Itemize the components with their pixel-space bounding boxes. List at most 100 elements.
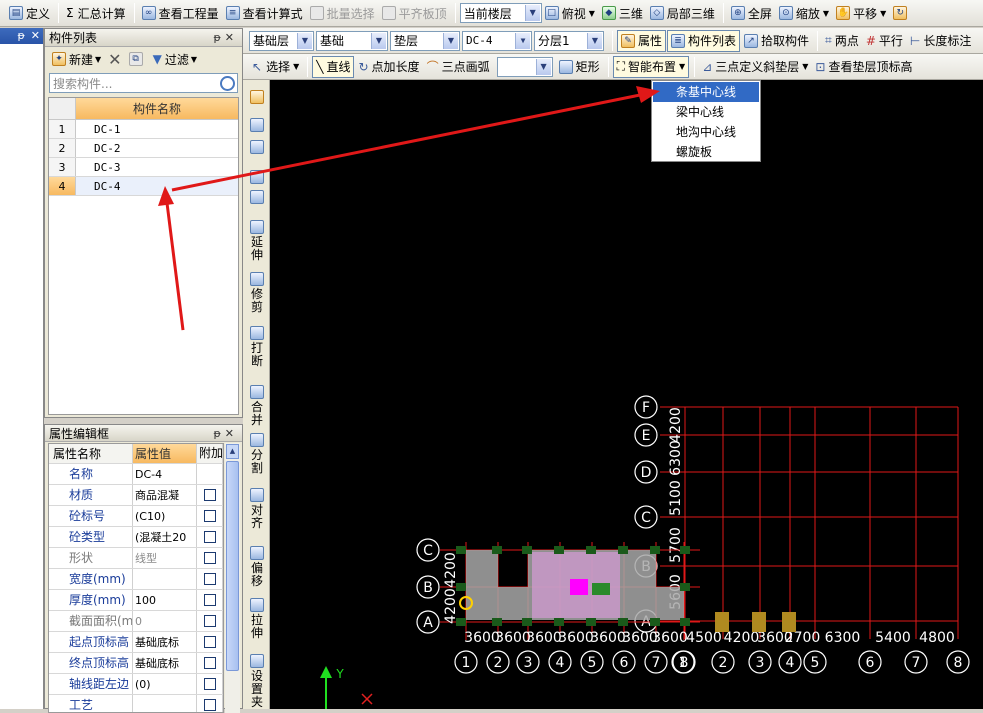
mirror2-tool[interactable] bbox=[246, 140, 268, 156]
view-quantity-button[interactable]: ∞ 查看工程量 bbox=[139, 2, 222, 24]
new-component-button[interactable]: ✦ 新建 ▼ bbox=[49, 48, 104, 70]
property-row[interactable]: 形状 线型 bbox=[49, 548, 223, 569]
attach-checkbox[interactable] bbox=[203, 699, 216, 711]
property-row[interactable]: 砼类型 (混凝土20 bbox=[49, 527, 223, 548]
view-formula-button[interactable]: ≡ 查看计算式 bbox=[223, 2, 306, 24]
filter-button[interactable]: ▼ 过滤 ▼ bbox=[150, 48, 200, 70]
cad-drawing[interactable]: FEDCBA1234567845004200360027006300540048… bbox=[270, 80, 983, 709]
component-search-input[interactable]: 搜索构件... bbox=[49, 73, 238, 93]
property-row[interactable]: 厚度(mm) 100 bbox=[49, 590, 223, 611]
refresh-button[interactable]: ↻ bbox=[890, 2, 913, 24]
property-toggle-button[interactable]: ✎ 属性 bbox=[617, 29, 667, 52]
parallel-button[interactable]: # 平行 bbox=[863, 30, 906, 52]
arc-option-combo[interactable]: ▼ bbox=[496, 56, 553, 77]
close-icon[interactable]: ✕ bbox=[31, 29, 40, 42]
attach-checkbox[interactable] bbox=[203, 657, 216, 669]
zoom-button[interactable]: ⊙ 缩放 ▼ bbox=[776, 2, 832, 24]
copy-component-button[interactable]: ⧉ bbox=[126, 48, 149, 70]
pin-icon[interactable]: ᵽ bbox=[213, 31, 224, 44]
property-row[interactable]: 终点顶标高 基础底标 bbox=[49, 653, 223, 674]
length-dimension-button[interactable]: ⊢ 长度标注 bbox=[907, 30, 974, 52]
cad-canvas[interactable]: FEDCBA1234567845004200360027006300540048… bbox=[270, 80, 983, 709]
property-row[interactable]: 名称 DC-4 bbox=[49, 464, 223, 485]
batch-select-button[interactable]: 批量选择 bbox=[307, 2, 378, 24]
property-row[interactable]: 砼标号 (C10) bbox=[49, 506, 223, 527]
set-clamp-tool[interactable]: 设置夹 bbox=[246, 654, 268, 709]
property-value[interactable]: 0 bbox=[133, 611, 197, 631]
property-row[interactable]: 截面面积(m 0 bbox=[49, 611, 223, 632]
table-row[interactable]: 2 DC-2 bbox=[49, 139, 238, 158]
top-view-button[interactable]: □ 俯视 ▼ bbox=[542, 2, 598, 24]
table-row-selected[interactable]: 4 DC-4 bbox=[49, 177, 238, 196]
property-value[interactable]: 100 bbox=[133, 590, 197, 610]
point-length-button[interactable]: ↻ 点加长度 bbox=[355, 56, 422, 78]
menu-item-trench-centerline[interactable]: 地沟中心线 bbox=[653, 122, 759, 142]
attach-checkbox[interactable] bbox=[203, 552, 216, 564]
define-button[interactable]: ▤ 定义 bbox=[6, 2, 53, 24]
attach-checkbox[interactable] bbox=[203, 594, 216, 606]
property-value[interactable]: (混凝土20 bbox=[133, 527, 197, 547]
property-value[interactable]: 线型 bbox=[133, 548, 197, 568]
delete-component-button[interactable]: ✕ bbox=[105, 48, 124, 70]
menu-item-strip-footing-centerline[interactable]: 条基中心线 bbox=[653, 82, 759, 102]
line-button[interactable]: ╲ 直线 bbox=[312, 55, 355, 78]
component-subtype-combo[interactable]: 垫层 ▼ bbox=[390, 30, 460, 51]
pin-icon[interactable]: ᵽ bbox=[17, 29, 24, 42]
split-tool[interactable]: 分割 bbox=[246, 433, 268, 475]
component-type-combo[interactable]: 基础 ▼ bbox=[316, 30, 388, 51]
current-floor-combo[interactable]: 当前楼层 ▼ bbox=[459, 3, 542, 23]
move-tool[interactable] bbox=[246, 170, 268, 186]
rectangle-button[interactable]: 矩形 bbox=[556, 56, 603, 78]
extend-tool[interactable]: 延伸 bbox=[246, 220, 268, 262]
property-value[interactable]: DC-4 bbox=[133, 464, 197, 484]
property-value[interactable] bbox=[133, 695, 197, 712]
property-value[interactable]: 商品混凝 bbox=[133, 485, 197, 505]
fullscreen-button[interactable]: ⊕ 全屏 bbox=[728, 2, 775, 24]
close-icon[interactable]: ✕ bbox=[225, 31, 238, 44]
brush-tool[interactable] bbox=[246, 90, 268, 106]
pick-component-button[interactable]: ↗ 拾取构件 bbox=[741, 30, 812, 52]
stretch-tool[interactable]: 拉伸 bbox=[246, 598, 268, 640]
search-icon[interactable] bbox=[220, 76, 235, 91]
property-row[interactable]: 轴线距左边 (0) bbox=[49, 674, 223, 695]
pan-button[interactable]: ✋ 平移 ▼ bbox=[833, 2, 889, 24]
three-point-arc-button[interactable]: ⌒ 三点画弧 bbox=[424, 56, 493, 78]
property-value[interactable]: 基础底标 bbox=[133, 632, 197, 652]
property-value[interactable] bbox=[133, 569, 197, 589]
menu-item-spiral-slab[interactable]: 螺旋板 bbox=[653, 142, 759, 162]
align-tool[interactable]: 对齐 bbox=[246, 488, 268, 530]
attach-checkbox[interactable] bbox=[203, 573, 216, 585]
table-row[interactable]: 3 DC-3 bbox=[49, 158, 238, 177]
property-scrollbar[interactable]: ▲ bbox=[225, 443, 240, 713]
attach-checkbox[interactable] bbox=[203, 636, 216, 648]
table-row[interactable]: 1 DC-1 bbox=[49, 120, 238, 139]
floor-level-combo[interactable]: 基础层 ▼ bbox=[249, 30, 314, 51]
merge-tool[interactable]: 合并 bbox=[246, 385, 268, 427]
attach-checkbox[interactable] bbox=[203, 615, 216, 627]
property-value[interactable]: (C10) bbox=[133, 506, 197, 526]
property-row[interactable]: 材质 商品混凝 bbox=[49, 485, 223, 506]
align-slab-top-button[interactable]: 平齐板顶 bbox=[379, 2, 450, 24]
attach-checkbox[interactable] bbox=[203, 678, 216, 690]
property-row[interactable]: 起点顶标高 基础底标 bbox=[49, 632, 223, 653]
smart-layout-button[interactable]: ⛶ 智能布置 ▼ bbox=[612, 55, 690, 78]
view-top-elevation-button[interactable]: ⊡ 查看垫层顶标高 bbox=[812, 56, 915, 78]
two-point-button[interactable]: ⌗ 两点 bbox=[822, 30, 862, 52]
close-icon[interactable]: ✕ bbox=[225, 427, 238, 440]
component-name-combo[interactable]: DC-4 ▼ bbox=[462, 30, 532, 51]
offset-tool[interactable]: 偏移 bbox=[246, 546, 268, 588]
property-row[interactable]: 宽度(mm) bbox=[49, 569, 223, 590]
three-point-slope-button[interactable]: ⊿ 三点定义斜垫层 ▼ bbox=[699, 56, 811, 78]
sublayer-combo[interactable]: 分层1 ▼ bbox=[534, 30, 604, 51]
rotate-tool[interactable] bbox=[246, 190, 268, 206]
property-value[interactable]: 基础底标 bbox=[133, 653, 197, 673]
component-list-toggle-button[interactable]: ≣ 构件列表 bbox=[667, 29, 741, 52]
break-tool[interactable]: 打断 bbox=[246, 326, 268, 368]
local-3d-button[interactable]: ◇ 局部三维 bbox=[647, 2, 718, 24]
scroll-thumb[interactable] bbox=[226, 461, 239, 671]
trim-tool[interactable]: 修剪 bbox=[246, 272, 268, 314]
attach-checkbox[interactable] bbox=[203, 510, 216, 522]
attach-checkbox[interactable] bbox=[203, 489, 216, 501]
select-button[interactable]: ↖ 选择 ▼ bbox=[249, 56, 302, 78]
property-value[interactable]: (0) bbox=[133, 674, 197, 694]
